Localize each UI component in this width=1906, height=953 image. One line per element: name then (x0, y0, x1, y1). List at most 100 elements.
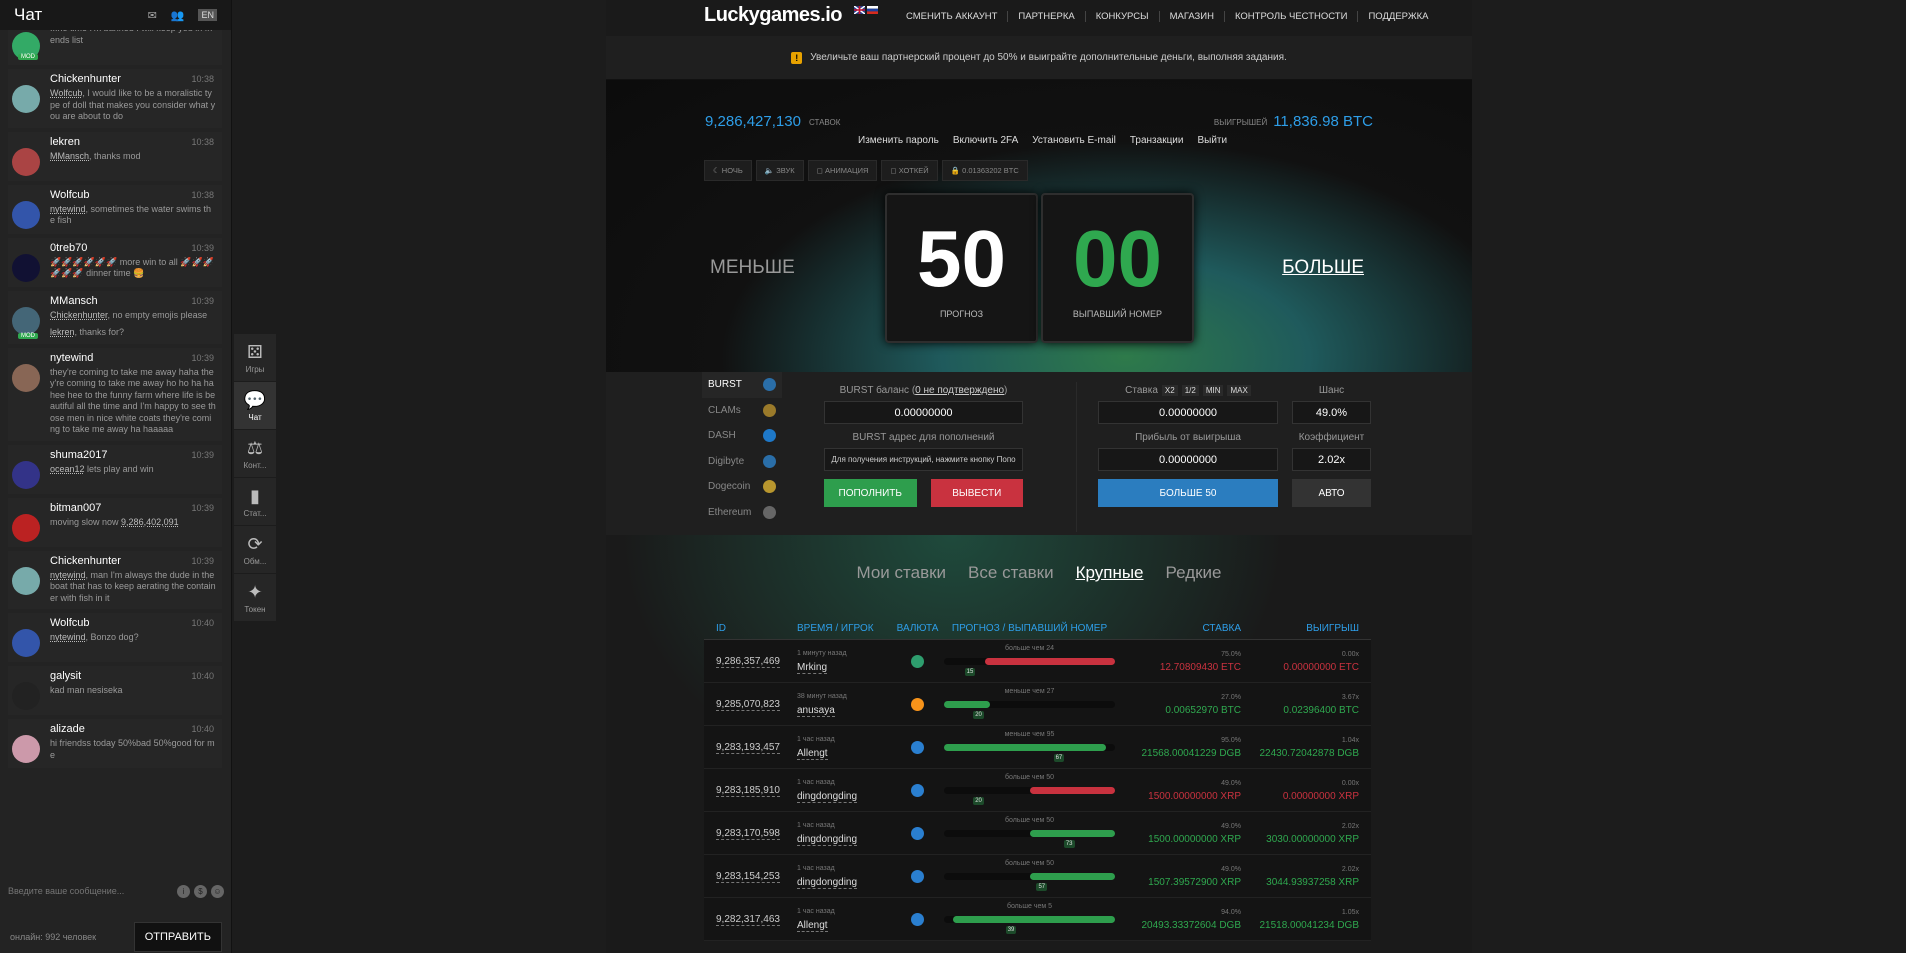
avatar[interactable] (12, 566, 40, 595)
side-tab-token[interactable]: ✦ Токен (234, 574, 276, 622)
stake-input[interactable]: 0.00000000 (1098, 401, 1278, 424)
avatar[interactable] (12, 363, 40, 392)
table-row[interactable]: 9,283,193,457 1 час назад Allengt меньше че… (704, 726, 1371, 769)
player-link[interactable]: dingdongding (797, 834, 858, 846)
address-field[interactable]: Для получения инструкций, нажмите кнопку… (824, 448, 1023, 471)
currency-item[interactable]: Digibyte (702, 449, 782, 475)
more-button[interactable]: БОЛЬШЕ (1282, 257, 1364, 279)
nav-link[interactable]: СМЕНИТЬ АККАУНТ (896, 11, 1007, 22)
bet-id-link[interactable]: 9,285,070,823 (716, 698, 780, 711)
player-link[interactable]: Allengt (797, 920, 828, 932)
forecast-number[interactable]: 50 (917, 217, 1006, 301)
withdraw-button[interactable]: ВЫВЕСТИ (930, 479, 1023, 507)
table-row[interactable]: 9,285,070,823 38 минут назад anusaya меньше… (704, 683, 1371, 726)
currency-item[interactable]: DASH (702, 423, 782, 449)
avatar[interactable] (12, 85, 40, 113)
account-link[interactable]: Включить 2FA (953, 135, 1018, 146)
table-row[interactable]: 9,282,317,463 1 час назад Allengt больше че… (704, 898, 1371, 941)
nav-link[interactable]: ПАРТНЕРКА (1007, 11, 1085, 22)
side-tab-scales[interactable]: ⚖ Конт... (234, 430, 276, 478)
nav-link[interactable]: КОНТРОЛЬ ЧЕСТНОСТИ (1223, 11, 1358, 22)
player-link[interactable]: Allengt (797, 748, 828, 760)
history-tab[interactable]: Редкие (1166, 563, 1222, 583)
account-link[interactable]: Изменить пароль (858, 135, 939, 146)
ru-flag-icon[interactable] (867, 6, 879, 14)
player-link[interactable]: anusaya (797, 705, 835, 717)
avatar[interactable] (12, 253, 40, 282)
chance-input[interactable]: 49.0% (1292, 401, 1371, 424)
currency-item[interactable]: Dogecoin (702, 474, 782, 500)
bet-id-link[interactable]: 9,283,170,598 (716, 827, 780, 840)
uk-flag-icon[interactable] (854, 6, 866, 14)
language-switch[interactable]: EN (198, 9, 217, 21)
logo[interactable]: Luckygames.io (704, 4, 843, 27)
toggle-button[interactable]: ☾ НОЧЬ (704, 160, 752, 181)
info-icon[interactable]: i (177, 884, 190, 898)
mention-link[interactable]: nytewind (50, 204, 86, 214)
mention-link[interactable]: nytewind (50, 570, 86, 580)
bet-button[interactable]: БОЛЬШЕ 50 (1098, 479, 1278, 507)
auto-button[interactable]: АВТО (1292, 479, 1371, 507)
history-tab[interactable]: Крупные (1076, 563, 1144, 583)
avatar[interactable] (12, 682, 40, 710)
history-tab[interactable]: Все ставки (968, 563, 1054, 583)
stake-chip[interactable]: MIN (1202, 385, 1224, 396)
table-row[interactable]: 9,283,154,253 1 час назад dingdongding боль… (704, 855, 1371, 898)
mention-link[interactable]: ocean12 (50, 464, 85, 474)
avatar[interactable] (12, 200, 40, 229)
unconfirmed-link[interactable]: 0 не подтверждено (915, 385, 1004, 396)
less-button[interactable]: МЕНЬШЕ (710, 257, 795, 279)
table-row[interactable]: 9,283,170,598 1 час назад dingdongding боль… (704, 812, 1371, 855)
chat-input[interactable] (8, 886, 177, 896)
stake-chip[interactable]: MAX (1227, 385, 1251, 396)
users-icon[interactable]: 👥 (171, 9, 185, 22)
bet-id-link[interactable]: 9,286,357,469 (716, 655, 780, 668)
history-tab[interactable]: Мои ставки (857, 563, 947, 583)
rain-icon[interactable]: $ (194, 884, 207, 898)
deposit-button[interactable]: ПОПОЛНИТЬ (824, 479, 917, 507)
avatar[interactable] (12, 629, 40, 657)
mail-icon[interactable]: ✉ (148, 9, 157, 22)
toggle-button[interactable]: 🔈 ЗВУК (755, 160, 804, 181)
toggle-button[interactable]: ◻ ХОТКЕЙ (881, 160, 938, 181)
bet-id-link[interactable]: 9,283,193,457 (716, 741, 780, 754)
currency-item[interactable]: Ethereum (702, 500, 782, 526)
currency-item[interactable]: CLAMs (702, 398, 782, 424)
table-row[interactable]: 9,286,357,469 1 минуту назад Mrking больше … (704, 640, 1371, 683)
side-tab-chat[interactable]: 💬 Чат (234, 382, 276, 430)
mention-link[interactable]: lekren (50, 327, 75, 337)
account-link[interactable]: Установить E-mail (1032, 135, 1116, 146)
nav-link[interactable]: МАГАЗИН (1158, 11, 1224, 22)
player-link[interactable]: Mrking (797, 662, 828, 674)
avatar[interactable] (12, 306, 40, 335)
account-link[interactable]: Транзакции (1130, 135, 1184, 146)
emoji-icon[interactable]: ☺ (211, 884, 224, 898)
currency-item[interactable]: BURST (702, 372, 782, 398)
stake-chip[interactable]: X2 (1161, 385, 1178, 396)
bet-id-link[interactable]: 9,283,185,910 (716, 784, 780, 797)
player-link[interactable]: dingdongding (797, 877, 858, 889)
bet-id-link[interactable]: 9,282,317,463 (716, 913, 780, 926)
player-link[interactable]: dingdongding (797, 791, 858, 803)
side-tab-dice[interactable]: ⚄ Игры (234, 334, 276, 382)
mention-link[interactable]: nytewind (50, 632, 86, 642)
nav-link[interactable]: ПОДДЕРЖКА (1357, 11, 1439, 22)
avatar[interactable] (12, 735, 40, 763)
toggle-button[interactable]: 🔒 0.01363202 BTC (941, 160, 1028, 181)
mention-link[interactable]: MMansch (50, 151, 89, 161)
mention-link[interactable]: Chickenhunter (50, 310, 108, 320)
table-row[interactable]: 9,283,185,910 1 час назад dingdongding боль… (704, 769, 1371, 812)
send-button[interactable]: ОТПРАВИТЬ (133, 921, 222, 952)
avatar[interactable] (12, 513, 40, 542)
side-tab-exchange[interactable]: ⟳ Обм... (234, 526, 276, 574)
avatar[interactable] (12, 147, 40, 176)
chat-messages[interactable]: MOD ...no time I'm banned I will keep you… (0, 30, 232, 870)
side-tab-stats[interactable]: ▮ Стат... (234, 478, 276, 526)
account-link[interactable]: Выйти (1197, 135, 1227, 146)
coef-input[interactable]: 2.02x (1292, 448, 1371, 471)
toggle-button[interactable]: ◻ АНИМАЦИЯ (807, 160, 878, 181)
stake-chip[interactable]: 1/2 (1181, 385, 1199, 396)
bet-id-link[interactable]: 9,283,154,253 (716, 870, 780, 883)
mention-link[interactable]: Wolfcub (50, 88, 82, 98)
bet-link[interactable]: 9,286,402,091 (121, 517, 179, 527)
